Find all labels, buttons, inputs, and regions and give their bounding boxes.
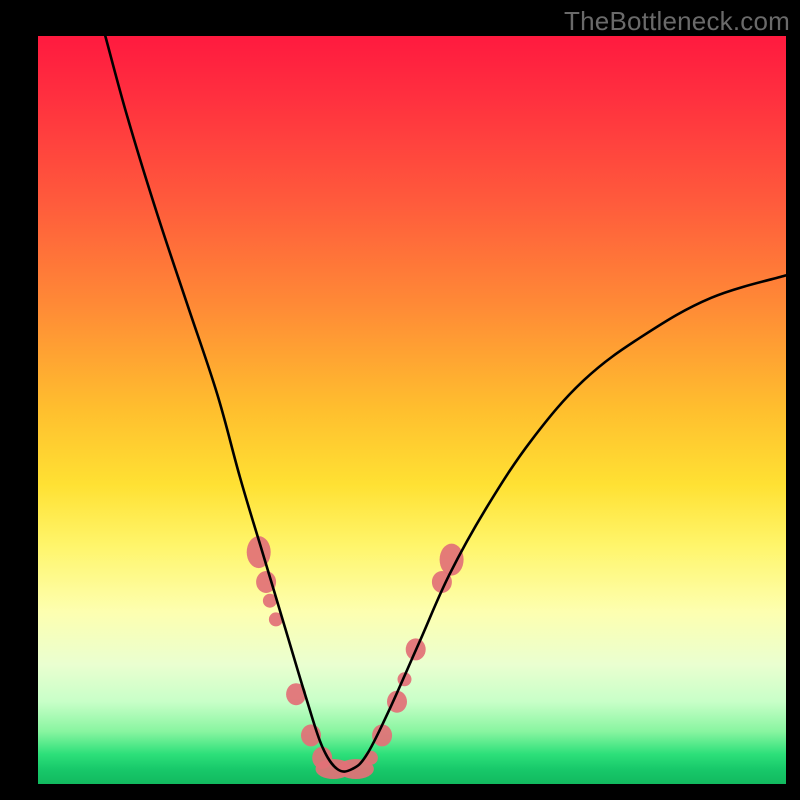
plot-area xyxy=(38,36,786,784)
bottleneck-curve xyxy=(105,36,786,772)
watermark-text: TheBottleneck.com xyxy=(564,6,790,37)
curve-layer xyxy=(38,36,786,784)
cluster-markers xyxy=(247,536,464,779)
chart-stage: TheBottleneck.com xyxy=(0,0,800,800)
